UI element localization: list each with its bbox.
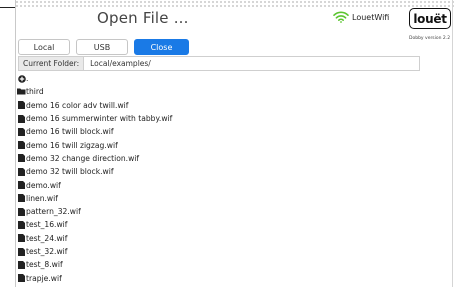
file-icon: [17, 114, 26, 123]
top-dotted-border: [15, 0, 454, 8]
list-item-parent[interactable]: .: [17, 72, 172, 85]
list-item[interactable]: test_8.wif: [17, 258, 172, 271]
list-item[interactable]: demo 16 twill zigzag.wif: [17, 138, 172, 151]
file-icon: [17, 194, 26, 203]
list-item-folder[interactable]: third: [17, 85, 172, 98]
logo-text: louët: [413, 11, 447, 26]
list-item[interactable]: test_32.wif: [17, 245, 172, 258]
file-icon: [17, 154, 26, 163]
wifi-status[interactable]: LouetWifi: [333, 8, 389, 27]
dialog-title: Open File ...: [97, 9, 189, 27]
close-button[interactable]: Close: [134, 39, 189, 55]
list-item[interactable]: pattern_32.wif: [17, 205, 172, 218]
version-label: Dobby version 2.2: [409, 36, 451, 41]
file-name: demo 32 change direction.wif: [26, 153, 140, 163]
file-name: test_32.wif: [26, 247, 68, 256]
folder-icon: [17, 87, 26, 96]
file-name: demo 16 summerwinter with tabby.wif: [26, 114, 173, 124]
file-icon: [17, 234, 26, 243]
file-icon: [17, 127, 26, 136]
file-name: demo 32 twill block.wif: [26, 167, 114, 177]
up-circle-icon: [17, 74, 26, 83]
list-item[interactable]: test_16.wif: [17, 218, 172, 231]
current-folder-path: Local/examples/: [83, 56, 421, 71]
file-icon: [17, 260, 26, 269]
tab-local[interactable]: Local: [18, 39, 70, 55]
file-name: .: [26, 74, 29, 84]
file-name: test_8.wif: [26, 260, 63, 270]
source-tabs: Local USB Close: [18, 39, 189, 55]
file-icon: [17, 220, 26, 229]
file-name: third: [26, 87, 44, 97]
list-item[interactable]: linen.wif: [17, 192, 172, 205]
list-item[interactable]: test_24.wif: [17, 232, 172, 245]
file-list: . third demo 16 color adv twill.wif demo…: [17, 72, 172, 285]
file-name: demo 16 twill zigzag.wif: [26, 140, 118, 150]
current-folder-row: Current Folder: Local/examples/: [18, 56, 421, 71]
wifi-icon: [333, 8, 349, 27]
tab-usb[interactable]: USB: [76, 39, 128, 55]
file-name: pattern_32.wif: [26, 207, 81, 217]
list-item[interactable]: demo 16 summerwinter with tabby.wif: [17, 112, 172, 125]
file-name: test_16.wif: [26, 220, 68, 230]
file-icon: [17, 101, 26, 110]
louet-logo: louët: [409, 8, 451, 29]
file-name: demo.wif: [26, 180, 61, 190]
file-name: trapje.wif: [26, 273, 62, 283]
list-item[interactable]: demo 32 twill block.wif: [17, 165, 172, 178]
file-icon: [17, 181, 26, 190]
right-border-line: [452, 0, 453, 287]
wifi-label: LouetWifi: [352, 13, 390, 22]
list-item[interactable]: demo 32 change direction.wif: [17, 152, 172, 165]
file-name: demo 16 twill block.wif: [26, 127, 114, 137]
file-icon: [17, 167, 26, 176]
file-icon: [17, 207, 26, 216]
list-item[interactable]: demo 16 twill block.wif: [17, 125, 172, 138]
left-border-line: [15, 0, 16, 287]
file-name: linen.wif: [26, 193, 58, 203]
file-icon: [17, 141, 26, 150]
list-item[interactable]: demo.wif: [17, 178, 172, 191]
file-icon: [17, 274, 26, 283]
file-name: test_24.wif: [26, 233, 68, 243]
list-item[interactable]: demo 16 color adv twill.wif: [17, 99, 172, 112]
file-name: demo 16 color adv twill.wif: [26, 100, 129, 110]
crosshair-horizontal-line: [0, 7, 16, 8]
current-folder-label: Current Folder:: [18, 56, 84, 71]
file-icon: [17, 247, 26, 256]
list-item[interactable]: trapje.wif: [17, 271, 172, 284]
